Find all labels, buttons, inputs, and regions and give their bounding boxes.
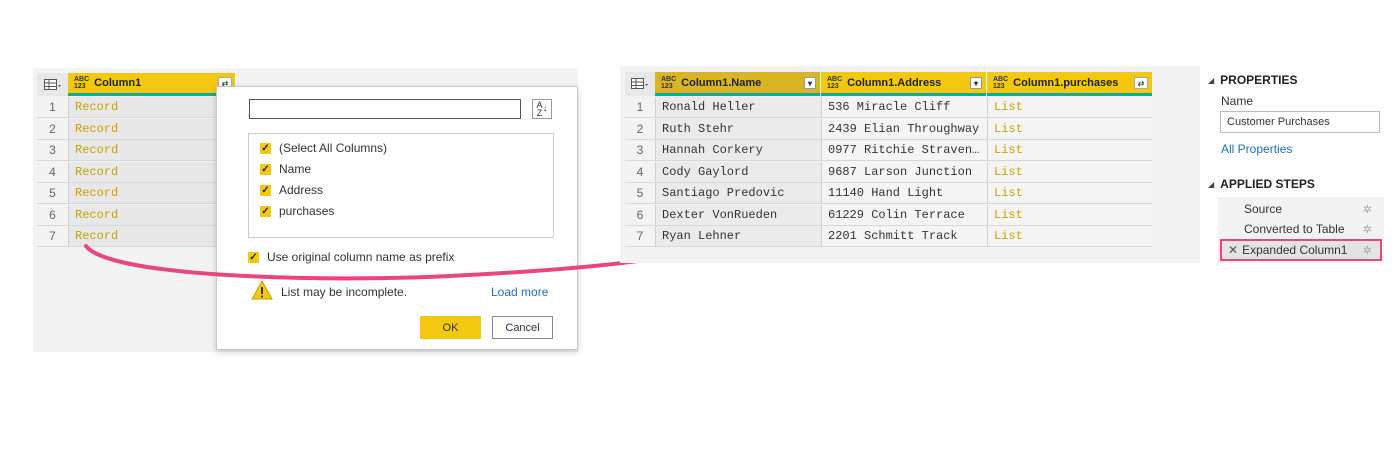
query-name-field[interactable] [1220,111,1380,133]
row-number: 2 [636,121,644,136]
name-cell[interactable]: Ryan Lehner [655,226,821,246]
gear-icon[interactable]: ✲ [1363,203,1372,216]
header-label: Column1.purchases [1013,76,1119,89]
name-cell[interactable]: Hannah Corkery [655,140,821,160]
address-cell[interactable]: 9687 Larson Junction [821,161,987,182]
all-properties-link[interactable]: All Properties [1221,142,1292,156]
purchases-cell[interactable]: List [987,183,1152,203]
delete-step-icon[interactable]: ✕ [1228,243,1238,257]
table-row[interactable]: 2 Ruth Stehr 2439 Elian Throughway List [625,118,1152,140]
table-row[interactable]: 6 Dexter VonRueden 61229 Colin Terrace List [625,204,1152,226]
row-number: 1 [636,100,644,114]
name-cell[interactable]: Cody Gaylord [655,161,821,182]
purchases-cell[interactable]: List [987,204,1152,225]
collapse-triangle-icon: ◢ [1208,75,1215,85]
name-cell[interactable]: Santiago Predovic [655,183,821,203]
table-row[interactable]: 1 Ronald Heller 536 Miracle Cliff List [625,97,1152,118]
table-row[interactable]: 7 Ryan Lehner 2201 Schmitt Track List [625,226,1152,247]
collapse-triangle-icon: ◢ [1208,179,1215,189]
purchases-cell[interactable]: List [987,161,1152,182]
row-number: 5 [636,186,644,200]
step-label: Converted to Table [1244,222,1345,236]
step-source[interactable]: Source ✲ [1222,199,1382,219]
filter-dropdown-icon[interactable]: ▾ [970,77,982,89]
address-cell[interactable]: 2201 Schmitt Track [821,226,987,246]
table-menu-icon[interactable] [625,72,655,96]
step-converted-to-table[interactable]: Converted to Table ✲ [1222,219,1382,239]
type-any-icon: ABC 123 [993,75,1009,90]
column-address-header[interactable]: ABC 123 Column1.Address ▾ [821,72,986,96]
purchases-cell[interactable]: List [987,118,1152,139]
step-label: Source [1244,202,1283,216]
row-number: 7 [636,229,644,243]
purchases-cell[interactable]: List [987,226,1152,246]
purchases-cell[interactable]: List [987,140,1152,160]
properties-section-title[interactable]: ◢ PROPERTIES [1208,73,1298,87]
step-expanded-column1[interactable]: ✕ Expanded Column1 ✲ [1220,239,1382,261]
name-cell[interactable]: Ruth Stehr [655,118,821,139]
purchases-cell[interactable]: List [987,97,1152,117]
gear-icon[interactable]: ✲ [1363,244,1372,257]
name-label: Name [1221,94,1254,108]
row-number: 6 [636,207,644,222]
applied-steps-title: APPLIED STEPS [1220,177,1315,191]
address-cell[interactable]: 61229 Colin Terrace [821,204,987,225]
header-label: Column1.Name [681,76,762,89]
right-table-header: ABC 123 Column1.Name ▾ ABC 123 Column1.Add… [625,72,1152,96]
header-label: Column1.Address [847,76,942,89]
type-any-icon: ABC 123 [661,75,677,90]
expand-column-icon[interactable]: ⇄ [1134,77,1148,89]
column-purchases-header[interactable]: ABC 123 Column1.purchases ⇄ [987,72,1152,96]
name-cell[interactable]: Ronald Heller [655,97,821,117]
address-cell[interactable]: 11140 Hand Light [821,183,987,203]
name-cell[interactable]: Dexter VonRueden [655,204,821,225]
column-name-header[interactable]: ABC 123 Column1.Name ▾ [655,72,820,96]
address-cell[interactable]: 536 Miracle Cliff [821,97,987,117]
step-label: Expanded Column1 [1242,243,1348,257]
row-number: 3 [636,143,644,157]
table-row[interactable]: 3 Hannah Corkery 0977 Ritchie Straven… List [625,140,1152,161]
type-any-icon: ABC 123 [827,75,843,90]
table-row[interactable]: 4 Cody Gaylord 9687 Larson Junction List [625,161,1152,183]
properties-title: PROPERTIES [1220,73,1298,87]
table-row[interactable]: 5 Santiago Predovic 11140 Hand Light List [625,183,1152,204]
row-number: 4 [636,164,644,179]
address-cell[interactable]: 2439 Elian Throughway [821,118,987,139]
gear-icon[interactable]: ✲ [1363,223,1372,236]
applied-steps-section-title[interactable]: ◢ APPLIED STEPS [1208,177,1315,191]
filter-dropdown-icon[interactable]: ▾ [804,77,816,89]
address-cell[interactable]: 0977 Ritchie Straven… [821,140,987,160]
